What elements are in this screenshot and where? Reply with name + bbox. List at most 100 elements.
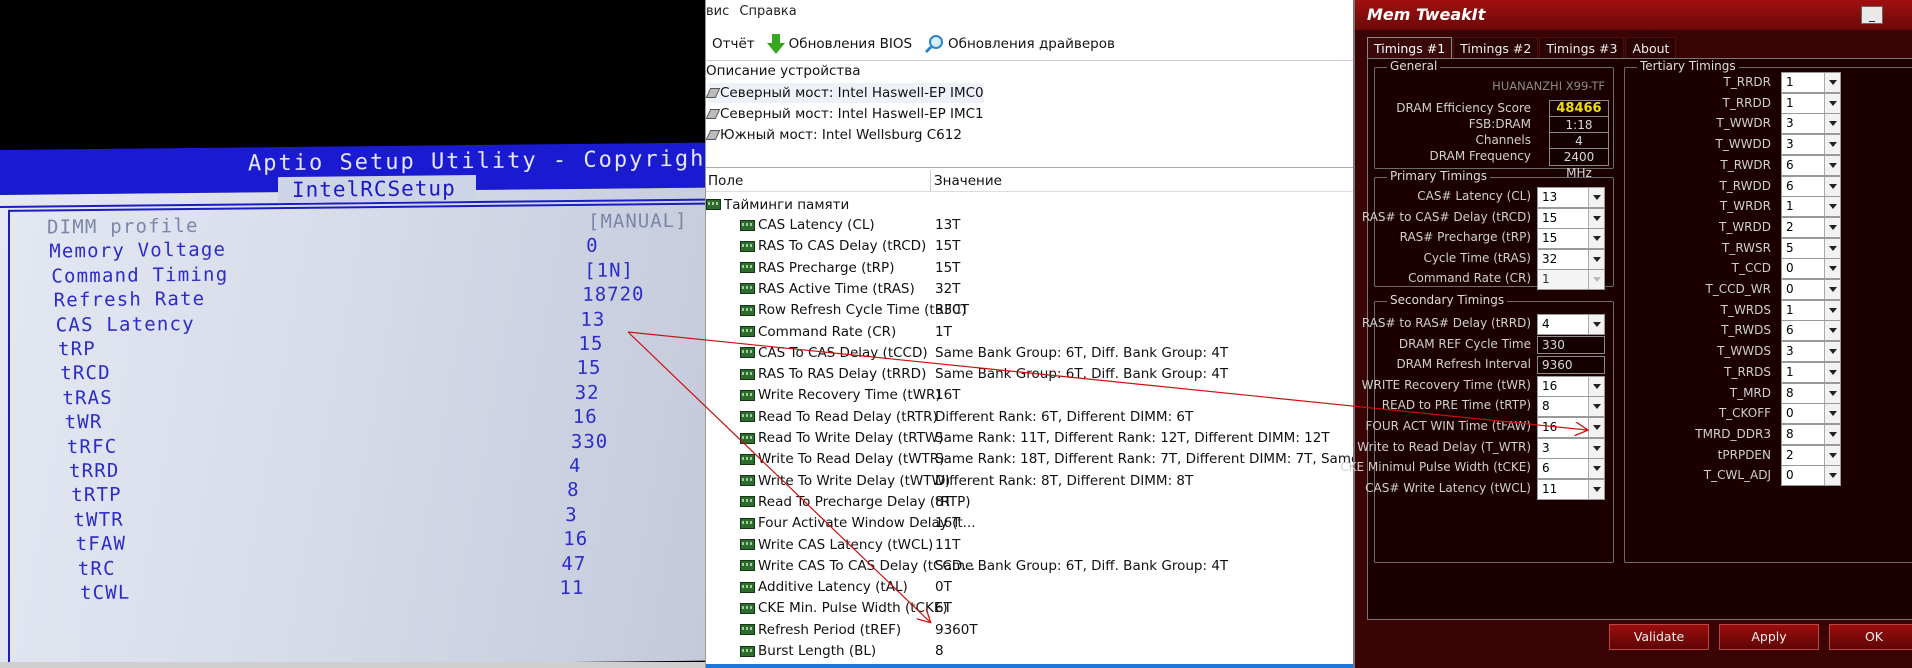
chevron-down-icon[interactable] [1824, 466, 1840, 486]
bios-value[interactable]: 0 [586, 235, 598, 257]
chevron-down-icon[interactable] [1588, 315, 1604, 334]
secondary-select[interactable]: 16 [1537, 375, 1605, 397]
device-item[interactable]: Южный мост: Intel Wellsburg C612 [705, 125, 962, 145]
secondary-select[interactable]: 11 [1537, 478, 1605, 500]
chevron-down-icon[interactable] [1824, 321, 1840, 341]
chevron-down-icon[interactable] [1588, 229, 1604, 248]
tertiary-select[interactable]: 0 [1781, 465, 1841, 487]
property-row[interactable]: CKE Min. Pulse Width (tCKE) 6T [706, 598, 1354, 619]
tertiary-select[interactable]: 1 [1781, 299, 1841, 321]
primary-select[interactable]: 15 [1537, 207, 1605, 229]
tertiary-select[interactable]: 1 [1781, 92, 1841, 114]
primary-select[interactable]: 32 [1537, 248, 1605, 270]
chevron-down-icon[interactable] [1588, 208, 1604, 228]
property-row[interactable]: Burst Length (BL) 8 [706, 641, 1354, 662]
chevron-down-icon[interactable] [1824, 114, 1840, 134]
primary-select[interactable]: 15 [1537, 228, 1605, 249]
property-row[interactable]: RAS Precharge (tRP) 15T [706, 258, 1354, 279]
bios-value[interactable]: 32 [575, 382, 600, 404]
secondary-select[interactable]: 3 [1537, 437, 1605, 459]
chevron-down-icon[interactable] [1824, 197, 1840, 217]
chevron-down-icon[interactable] [1824, 176, 1840, 196]
bios-value[interactable]: 16 [563, 528, 588, 550]
property-row[interactable]: CAS Latency (CL) 13T [706, 215, 1354, 236]
chevron-down-icon[interactable] [1588, 418, 1604, 437]
chevron-down-icon[interactable] [1824, 280, 1840, 299]
tab-timings-1[interactable]: Timings #1 [1367, 37, 1453, 59]
chevron-down-icon[interactable] [1824, 93, 1840, 113]
bios-value[interactable]: 16 [573, 406, 598, 428]
tertiary-select[interactable]: 6 [1781, 175, 1841, 197]
bios-value[interactable]: 4 [569, 455, 581, 477]
property-row[interactable]: Four Activate Window Delay (t... 16T [706, 513, 1354, 534]
driver-updates-button[interactable]: Обновления драйверов [924, 34, 1115, 54]
tab-timings-3[interactable]: Timings #3 [1539, 37, 1625, 59]
bios-value[interactable]: 3 [565, 504, 577, 526]
tertiary-select[interactable]: 3 [1781, 341, 1841, 363]
tab-timings-2[interactable]: Timings #2 [1453, 37, 1539, 59]
bios-value[interactable]: 47 [561, 552, 586, 574]
tab-about[interactable]: About [1625, 37, 1677, 59]
ok-button[interactable]: OK [1829, 624, 1912, 650]
column-field[interactable]: Поле [708, 173, 743, 189]
device-item[interactable]: Северный мост: Intel Haswell-EP IMC0 [705, 83, 984, 103]
bios-tab-intelrcsetup[interactable]: IntelRCSetup [278, 175, 476, 204]
device-item[interactable]: Северный мост: Intel Haswell-EP IMC1 [705, 104, 984, 124]
property-row[interactable]: CAS To CAS Delay (tCCD) Same Bank Group: … [706, 343, 1354, 364]
chevron-down-icon[interactable] [1824, 342, 1840, 362]
primary-select[interactable]: 1 [1537, 269, 1605, 290]
property-row[interactable]: Write To Write Delay (tWTW) Different Ran… [706, 471, 1354, 492]
chevron-down-icon[interactable] [1824, 217, 1840, 237]
chevron-down-icon[interactable] [1588, 188, 1604, 207]
tertiary-select[interactable]: 1 [1781, 72, 1841, 93]
chevron-down-icon[interactable] [1824, 404, 1840, 424]
chevron-down-icon[interactable] [1588, 397, 1604, 417]
chevron-down-icon[interactable] [1824, 73, 1840, 92]
tertiary-select[interactable]: 1 [1781, 361, 1841, 383]
primary-select[interactable]: 13 [1537, 187, 1605, 208]
bios-value[interactable]: 15 [579, 333, 604, 355]
bios-value[interactable]: 11 [560, 577, 585, 599]
property-row[interactable]: Read To Write Delay (tRTW) Same Rank: 11T… [706, 428, 1354, 449]
chevron-down-icon[interactable] [1824, 383, 1840, 403]
property-row[interactable]: Refresh Period (tREF) 9360T [706, 620, 1354, 641]
chevron-down-icon[interactable] [1824, 362, 1840, 382]
chevron-down-icon[interactable] [1588, 438, 1604, 458]
tertiary-select[interactable]: 5 [1781, 237, 1841, 259]
bios-value[interactable]: 8 [567, 479, 579, 501]
tertiary-select[interactable]: 0 [1781, 258, 1841, 280]
chevron-down-icon[interactable] [1824, 424, 1840, 444]
chevron-down-icon[interactable] [1588, 459, 1604, 479]
tertiary-select[interactable]: 1 [1781, 196, 1841, 218]
property-row[interactable]: Write To Read Delay (tWTR) Same Rank: 18T… [706, 449, 1415, 470]
bios-value[interactable]: 330 [571, 430, 608, 452]
minimize-button[interactable]: _ [1861, 6, 1883, 24]
column-value[interactable]: Значение [934, 173, 1002, 189]
property-row[interactable]: Additive Latency (tAL) 0T [706, 577, 1354, 598]
property-row[interactable]: Write CAS To CAS Delay (tCCD... Same Bank… [706, 556, 1354, 577]
chevron-down-icon[interactable] [1824, 155, 1840, 175]
property-row[interactable]: Read To Precharge Delay (tRTP) 8T [706, 492, 1354, 513]
bios-value[interactable]: [1N] [584, 259, 634, 282]
tertiary-select[interactable]: 6 [1781, 320, 1841, 342]
validate-button[interactable]: Validate [1609, 624, 1709, 650]
secondary-select[interactable]: 8 [1537, 396, 1605, 418]
property-row[interactable]: Row Refresh Cycle Time (tRFC) 330T [706, 300, 1354, 321]
chevron-down-icon[interactable] [1824, 238, 1840, 258]
tertiary-select[interactable]: 3 [1781, 113, 1841, 135]
chevron-down-icon[interactable] [1824, 300, 1840, 320]
tertiary-select[interactable]: 8 [1781, 423, 1841, 445]
secondary-select[interactable]: 6 [1537, 458, 1605, 480]
property-row[interactable]: Read To Read Delay (tRTR) Different Rank:… [706, 407, 1354, 428]
tertiary-select[interactable]: 0 [1781, 403, 1841, 425]
chevron-down-icon[interactable] [1588, 376, 1604, 396]
chevron-down-icon[interactable] [1824, 445, 1840, 465]
property-row[interactable]: RAS To RAS Delay (tRRD) Same Bank Group: … [706, 364, 1354, 385]
chevron-down-icon[interactable] [1588, 249, 1604, 269]
tertiary-select[interactable]: 2 [1781, 444, 1841, 466]
chevron-down-icon[interactable] [1588, 270, 1604, 289]
column-divider[interactable] [930, 170, 931, 192]
menu-item-service[interactable]: вис [706, 4, 729, 19]
tertiary-select[interactable]: 6 [1781, 154, 1841, 176]
tertiary-select[interactable]: 0 [1781, 279, 1841, 300]
